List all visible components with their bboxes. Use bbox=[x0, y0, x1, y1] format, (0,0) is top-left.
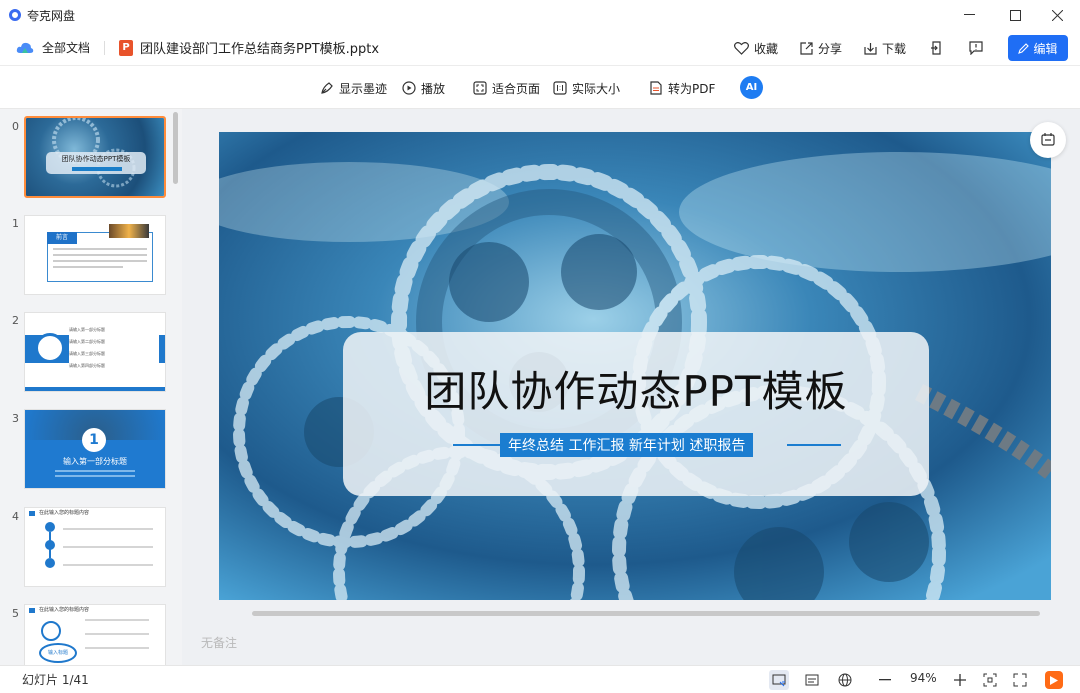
minimize-button[interactable] bbox=[946, 0, 992, 30]
status-bar: 幻灯片 1/41 94% bbox=[0, 665, 1080, 693]
slide-viewer[interactable]: 团队协作动态PPT模板 年终总结 工作汇报 新年计划 述职报告 无备注 bbox=[182, 109, 1080, 665]
thumb-title: 前言 bbox=[47, 232, 77, 244]
heart-icon bbox=[733, 41, 749, 55]
download-label: 下载 bbox=[881, 41, 906, 56]
play-icon bbox=[1050, 675, 1058, 685]
thumb-badge: 1 bbox=[82, 428, 106, 452]
show-ink-label: 显示墨迹 bbox=[339, 81, 388, 96]
thumb-badge-icon bbox=[35, 333, 65, 363]
actual-size-label: 实际大小 bbox=[572, 81, 621, 96]
minus-icon bbox=[879, 679, 891, 681]
favorite-button[interactable]: 收藏 bbox=[733, 40, 778, 57]
thumb-title: 输入第一部分标题 bbox=[63, 457, 127, 466]
to-pdf-label: 转为PDF bbox=[668, 81, 716, 96]
show-ink-button[interactable]: 显示墨迹 bbox=[320, 67, 387, 109]
cloud-icon bbox=[16, 41, 34, 55]
app-title: 夸克网盘 bbox=[27, 8, 76, 23]
pdf-icon bbox=[650, 81, 662, 95]
horizontal-scrollbar[interactable] bbox=[252, 611, 1040, 616]
maximize-button[interactable] bbox=[992, 0, 1038, 30]
sidebar-scrollbar[interactable] bbox=[173, 112, 178, 184]
fullscreen-toggle-button[interactable] bbox=[1030, 122, 1066, 158]
notes-icon bbox=[805, 674, 819, 686]
thumb-number: 2 bbox=[12, 314, 19, 327]
zoom-in-button[interactable] bbox=[950, 670, 970, 690]
title-card: 团队协作动态PPT模板 年终总结 工作汇报 新年计划 述职报告 bbox=[343, 332, 929, 496]
thumb-number: 5 bbox=[12, 607, 19, 620]
edit-button[interactable]: 编辑 bbox=[1008, 35, 1068, 61]
document-header: 全部文档 P 团队建设部门工作总结商务PPT模板.pptx 收藏 分享 下载 编… bbox=[0, 30, 1080, 66]
actual-size-icon bbox=[553, 81, 567, 95]
normal-view-icon bbox=[772, 674, 786, 687]
thumb-number: 1 bbox=[12, 217, 19, 230]
fullscreen-button[interactable] bbox=[1010, 670, 1030, 690]
actual-size-button[interactable]: 实际大小 bbox=[553, 67, 620, 109]
notes-view-button[interactable] bbox=[802, 670, 822, 690]
fit-window-button[interactable] bbox=[980, 670, 1000, 690]
zoom-out-button[interactable] bbox=[875, 670, 895, 690]
thumbnail-slide-5[interactable]: 在此输入您的标题内容 输入标题 bbox=[24, 604, 166, 665]
thumb-title: 在此输入您的标题内容 bbox=[39, 607, 90, 613]
all-docs-link[interactable]: 全部文档 bbox=[42, 39, 90, 56]
slide-counter: 幻灯片 1/41 bbox=[22, 673, 89, 687]
slide-subtitle: 年终总结 工作汇报 新年计划 述职报告 bbox=[500, 433, 754, 457]
thumbnail-slide-4[interactable]: 在此输入您的标题内容 bbox=[24, 507, 166, 587]
ai-assistant-button[interactable]: AI bbox=[740, 76, 763, 99]
file-name: 团队建设部门工作总结商务PPT模板.pptx bbox=[140, 42, 380, 57]
thumbnail-slide-3[interactable]: 1 输入第一部分标题 bbox=[24, 409, 166, 489]
normal-view-button[interactable] bbox=[769, 670, 789, 690]
thumb-node: 输入标题 bbox=[39, 643, 77, 663]
subtitle-line-right bbox=[787, 444, 841, 446]
share-button[interactable]: 分享 bbox=[800, 40, 842, 57]
speaker-notes[interactable]: 无备注 bbox=[201, 634, 237, 651]
download-button[interactable]: 下载 bbox=[864, 40, 906, 57]
feedback-button[interactable] bbox=[968, 40, 984, 56]
export-button[interactable] bbox=[928, 40, 944, 56]
thumb-number: 4 bbox=[12, 510, 19, 523]
current-slide[interactable]: 团队协作动态PPT模板 年终总结 工作汇报 新年计划 述职报告 bbox=[219, 132, 1051, 600]
fit-window-icon bbox=[983, 673, 997, 687]
divider bbox=[104, 40, 106, 55]
ink-pen-icon bbox=[321, 82, 333, 94]
edit-label: 编辑 bbox=[1033, 41, 1058, 56]
export-icon bbox=[930, 41, 941, 55]
subtitle-line-left bbox=[453, 444, 503, 446]
download-icon bbox=[864, 42, 877, 55]
slide-title: 团队协作动态PPT模板 bbox=[424, 367, 848, 416]
window-titlebar: 夸克网盘 bbox=[0, 0, 1080, 30]
plus-icon bbox=[954, 674, 966, 686]
fullscreen-icon bbox=[1013, 673, 1027, 687]
feedback-icon bbox=[969, 41, 983, 55]
zoom-level[interactable]: 94% bbox=[910, 671, 937, 685]
share-label: 分享 bbox=[817, 41, 842, 56]
thumbnail-slide-0[interactable]: 团队协作动态PPT模板 bbox=[24, 116, 166, 198]
web-view-button[interactable] bbox=[835, 670, 855, 690]
slide-thumbnail-panel[interactable]: 0 团队协作动态PPT模板 1 前言 2 请输入第一部分标题 请输入第二部分标题… bbox=[0, 109, 182, 665]
play-button[interactable]: 播放 bbox=[402, 67, 445, 109]
screen-fit-icon bbox=[1041, 133, 1055, 146]
quark-logo-icon bbox=[9, 9, 21, 21]
thumb-title: 在此输入您的标题内容 bbox=[39, 510, 90, 516]
slideshow-play-button[interactable] bbox=[1045, 671, 1063, 689]
viewer-toolbar: 显示墨迹 播放 适合页面 实际大小 转为PDF AI bbox=[0, 67, 1080, 109]
thumbnail-slide-2[interactable]: 请输入第一部分标题 请输入第二部分标题 请输入第三部分标题 请输入第四部分标题 bbox=[24, 312, 166, 392]
thumbnail-slide-1[interactable]: 前言 bbox=[24, 215, 166, 295]
to-pdf-button[interactable]: 转为PDF bbox=[649, 67, 715, 109]
thumb-number: 3 bbox=[12, 412, 19, 425]
play-label: 播放 bbox=[421, 81, 446, 96]
pencil-icon bbox=[1018, 42, 1030, 54]
fit-page-button[interactable]: 适合页面 bbox=[473, 67, 540, 109]
favorite-label: 收藏 bbox=[753, 41, 778, 56]
fit-page-label: 适合页面 bbox=[492, 81, 541, 96]
close-button[interactable] bbox=[1034, 0, 1080, 30]
globe-icon bbox=[838, 673, 852, 687]
share-icon bbox=[800, 41, 813, 55]
play-circle-icon bbox=[402, 81, 416, 95]
ppt-file-icon: P bbox=[119, 39, 134, 56]
fit-page-icon bbox=[473, 81, 487, 95]
thumb-number: 0 bbox=[12, 120, 19, 133]
